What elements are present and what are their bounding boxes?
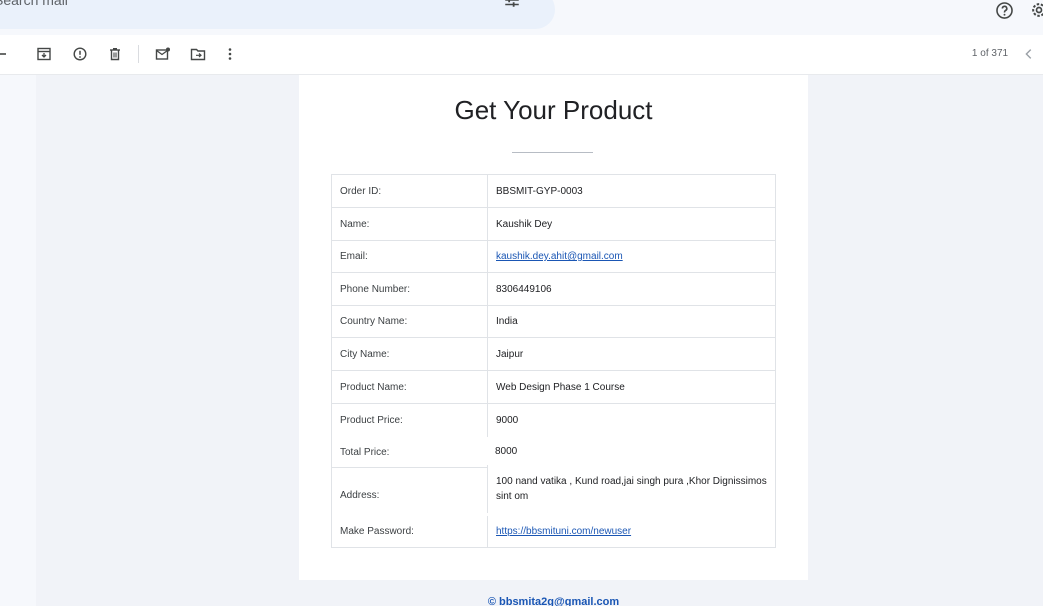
table-row: Email: kaushik.dey.ahit@gmail.com bbox=[332, 241, 775, 273]
table-row: City Name: Jaipur bbox=[332, 338, 775, 371]
help-icon[interactable] bbox=[995, 1, 1014, 20]
row-label: Phone Number: bbox=[340, 283, 411, 295]
table-row: Name: Kaushik Dey bbox=[332, 208, 775, 241]
row-label: Order ID: bbox=[340, 185, 382, 197]
delete-icon[interactable] bbox=[107, 46, 123, 62]
title-divider bbox=[512, 152, 593, 153]
table-row: Product Price: 9000 bbox=[332, 404, 775, 437]
row-label: Email: bbox=[340, 251, 368, 262]
archive-icon[interactable] bbox=[36, 46, 52, 62]
row-label: Product Price: bbox=[340, 415, 403, 426]
row-label: Country Name: bbox=[340, 316, 408, 327]
row-value: Jaipur bbox=[487, 338, 775, 370]
pagination-count: 1 of 371 bbox=[971, 48, 1009, 59]
table-row: Address: 100 nand vatika , Kund road,jai… bbox=[332, 465, 775, 516]
mark-unread-icon[interactable] bbox=[155, 46, 171, 62]
row-label: Product Name: bbox=[340, 381, 407, 393]
row-value: India bbox=[487, 306, 775, 337]
search-input[interactable] bbox=[0, 0, 394, 9]
table-row: Make Password: https://bbsmituni.com/new… bbox=[332, 516, 775, 547]
order-details-table: Order ID: BBSMIT-GYP-0003 Name: Kaushik … bbox=[331, 174, 776, 548]
password-value: https://bbsmituni.com/newuser bbox=[487, 516, 775, 547]
email-title: Get Your Product bbox=[454, 95, 653, 125]
move-to-icon[interactable] bbox=[190, 46, 206, 62]
row-label: City Name: bbox=[340, 348, 390, 360]
row-value: 8000 bbox=[495, 445, 518, 457]
search-options-icon[interactable] bbox=[503, 0, 521, 9]
row-label: Name: bbox=[340, 218, 370, 230]
table-row: Order ID: BBSMIT-GYP-0003 bbox=[332, 175, 775, 208]
table-row: Phone Number: 8306449106 bbox=[332, 273, 775, 306]
row-value: BBSMIT-GYP-0003 bbox=[487, 175, 775, 207]
row-value: 8306449106 bbox=[487, 273, 775, 305]
table-row: Product Name: Web Design Phase 1 Course bbox=[332, 371, 775, 404]
search-bar[interactable] bbox=[0, 0, 555, 29]
row-value: Web Design Phase 1 Course bbox=[487, 371, 775, 403]
email-value: kaushik.dey.ahit@gmail.com bbox=[487, 241, 775, 272]
row-value: Kaushik Dey bbox=[487, 208, 775, 240]
row-label: Address: bbox=[340, 489, 380, 501]
report-spam-icon[interactable] bbox=[72, 46, 88, 62]
top-bar bbox=[0, 0, 1043, 35]
back-arrow-icon[interactable] bbox=[0, 46, 8, 62]
row-value: 100 nand vatika , Kund road,jai singh pu… bbox=[487, 465, 775, 513]
row-label: Make Password: bbox=[340, 526, 414, 537]
email-link[interactable]: kaushik.dey.ahit@gmail.com bbox=[496, 249, 623, 264]
row-value: 9000 bbox=[487, 404, 775, 437]
password-link[interactable]: https://bbsmituni.com/newuser bbox=[496, 524, 631, 539]
table-row: 8000 bbox=[332, 437, 775, 465]
email-footer[interactable]: © bbsmita2g@gmail.com bbox=[299, 596, 808, 606]
more-options-icon[interactable] bbox=[222, 46, 238, 62]
settings-gear-icon[interactable] bbox=[1029, 0, 1043, 20]
chevron-left-icon[interactable] bbox=[1022, 47, 1036, 61]
table-row: Country Name: India bbox=[332, 306, 775, 338]
message-toolbar: 1 of 371 bbox=[0, 35, 1043, 75]
toolbar-separator bbox=[138, 45, 139, 63]
